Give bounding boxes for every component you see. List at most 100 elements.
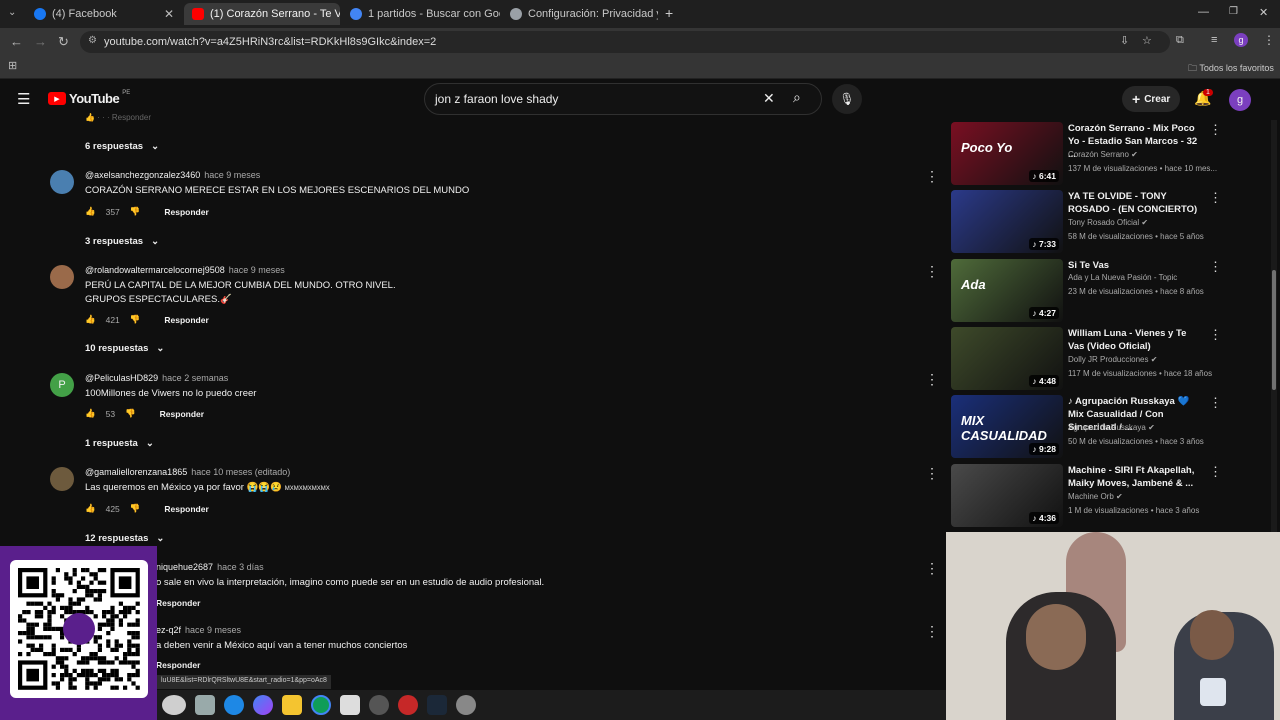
comment-time[interactable]: hace 9 meses [229,265,285,275]
video-thumbnail[interactable]: MIX CASUALIDAD ♪ 9:28 [951,395,1063,458]
reply-button[interactable]: Responder [156,598,200,608]
avatar[interactable] [50,265,74,289]
video-menu-icon[interactable]: ⋮ [1209,259,1222,275]
video-menu-icon[interactable]: ⋮ [1209,395,1222,411]
forward-icon[interactable]: → [34,34,47,49]
hamburger-menu-icon[interactable]: ☰ [17,90,30,108]
close-window-icon[interactable]: ✕ [1259,6,1268,19]
youtube-logo[interactable]: ▶ YouTube PE [48,90,130,106]
steam-icon[interactable] [426,695,447,715]
account-avatar[interactable]: g [1229,89,1251,111]
comment-menu-icon[interactable]: ⋮ [925,371,939,388]
dislike-icon[interactable]: 👎 [130,503,141,514]
comment-menu-icon[interactable]: ⋮ [925,560,939,577]
reply-button[interactable]: Responder [156,660,200,670]
dislike-icon[interactable]: 👎 [130,314,141,325]
create-button[interactable]: + Crear [1122,86,1181,112]
video-channel[interactable]: Agrupación Russkaya ✔ [1068,423,1155,432]
restore-icon[interactable]: ❐ [1229,6,1238,17]
opera-icon[interactable] [397,695,418,715]
video-channel[interactable]: Ada y La Nueva Pasión - Topic [1068,273,1177,282]
reply-button[interactable]: Responder [160,409,204,419]
store-icon[interactable] [339,695,360,715]
file-explorer-icon[interactable] [194,695,215,715]
install-icon[interactable]: ⇩ [1120,34,1129,47]
replies-toggle[interactable]: 3 respuestas ⌄ [85,236,159,247]
comment-author[interactable]: ez-q2f [156,625,181,635]
replies-toggle[interactable]: 6 respuestas ⌄ [85,141,159,152]
avatar[interactable] [50,170,74,194]
video-title[interactable]: Machine - SIRI Ft Akapellah, Maiky Moves… [1068,464,1203,490]
video-title[interactable]: YA TE OLVIDE - TONY ROSADO - (EN CONCIER… [1068,190,1203,216]
reply-button[interactable]: Responder [164,207,208,217]
scrollbar-track[interactable] [1271,120,1277,532]
menu-icon[interactable]: ⋮ [1263,33,1275,47]
comment-menu-icon[interactable]: ⋮ [925,623,939,640]
voice-search-button[interactable]: 🎙 [832,84,862,114]
bookmark-star-icon[interactable]: ☆ [1142,34,1152,47]
video-menu-icon[interactable]: ⋮ [1209,464,1222,480]
tab-settings[interactable]: Configuración: Privacidad y seg ✕ [502,3,658,25]
replies-toggle[interactable]: 10 respuestas ⌄ [85,343,164,354]
chrome-icon[interactable] [310,695,331,715]
comment-author[interactable]: @rolandowaltermarcelocornej9508 [85,265,225,275]
tab-facebook[interactable]: (4) Facebook ✕ [26,3,182,25]
clear-search-icon[interactable]: ✕ [763,90,775,107]
related-video-item[interactable]: ♪ 4:36 Machine - SIRI Ft Akapellah, Maiky… [951,464,1231,528]
video-channel[interactable]: Corazón Serrano ✔ [1068,150,1138,159]
related-video-item[interactable]: Ada ♪ 4:27 Si Te Vas Ada y La Nueva Pasión … [951,259,1231,323]
avatar[interactable] [50,467,74,491]
like-icon[interactable]: 👍 [85,503,96,514]
video-thumbnail[interactable]: Ada ♪ 4:27 [951,259,1063,322]
profile-avatar[interactable]: g [1234,33,1248,47]
video-menu-icon[interactable]: ⋮ [1209,327,1222,343]
like-icon[interactable]: 👍 [85,314,96,325]
video-channel[interactable]: Tony Rosado Oficial ✔ [1068,218,1148,227]
like-icon[interactable]: 👍 [85,408,96,419]
scrollbar-thumb[interactable] [1272,270,1276,390]
like-icon[interactable]: 👍 [85,206,96,217]
reload-icon[interactable]: ↻ [58,34,69,50]
video-menu-icon[interactable]: ⋮ [1209,122,1222,138]
comment-author[interactable]: @axelsanchezgonzalez3460 [85,170,200,180]
reply-button[interactable]: Responder [164,315,208,325]
extensions-icon[interactable]: ⧉ [1176,34,1184,47]
all-bookmarks-folder[interactable]: 🗀 Todos los favoritos [1188,61,1274,77]
reply-button[interactable]: Responder [164,504,208,514]
comment-menu-icon[interactable]: ⋮ [925,465,939,482]
video-menu-icon[interactable]: ⋮ [1209,190,1222,206]
new-tab-icon[interactable]: + [665,5,673,21]
comment-time[interactable]: hace 9 meses [204,170,260,180]
video-channel[interactable]: Machine Orb ✔ [1068,492,1123,501]
comment-author[interactable]: niquehue2687 [156,562,213,572]
video-title[interactable]: Si Te Vas [1068,259,1203,272]
obs-icon[interactable] [368,695,389,715]
search-icon[interactable]: ⌕ [793,89,801,106]
comment-time[interactable]: hace 9 meses [185,625,241,635]
comment-time[interactable]: hace 2 semanas [162,373,228,383]
minimize-icon[interactable]: — [1198,6,1209,18]
reading-list-icon[interactable]: ≡ [1211,34,1217,46]
address-bar[interactable]: ⚙ youtube.com/watch?v=a4Z5HRiN3rc&list=R… [80,31,1170,53]
settings-gear-icon[interactable] [455,695,476,715]
apps-grid-icon[interactable]: ⊞ [8,59,17,72]
tab-google[interactable]: 1 partidos - Buscar con Google ✕ [342,3,500,25]
avatar[interactable]: P [50,373,74,397]
folder-icon[interactable] [281,695,302,715]
video-thumbnail[interactable]: ♪ 4:48 [951,327,1063,390]
back-icon[interactable]: ← [10,34,23,49]
video-thumbnail[interactable]: ♪ 7:33 [951,190,1063,253]
video-channel[interactable]: Dolly JR Producciones ✔ [1068,355,1157,364]
related-video-item[interactable]: Poco Yo ♪ 6:41 Corazón Serrano - Mix Poco … [951,122,1231,186]
start-orb-icon[interactable] [161,695,186,715]
comment-time[interactable]: hace 3 días [217,562,264,572]
edge-browser-icon[interactable] [223,695,244,715]
dislike-icon[interactable]: 👎 [125,408,136,419]
video-title[interactable]: William Luna - Vienes y Te Vas (Video Of… [1068,327,1203,353]
comment-time[interactable]: hace 10 meses (editado) [191,467,290,477]
close-tab-icon[interactable]: ✕ [164,7,174,21]
related-video-item[interactable]: ♪ 4:48 William Luna - Vienes y Te Vas (Vi… [951,327,1231,391]
site-info-icon[interactable]: ⚙ [88,35,97,46]
replies-toggle[interactable]: 1 respuesta ⌄ [85,438,154,449]
tab-youtube[interactable]: (1) Corazón Serrano - Te Va 🔊 ✕ [184,3,340,25]
